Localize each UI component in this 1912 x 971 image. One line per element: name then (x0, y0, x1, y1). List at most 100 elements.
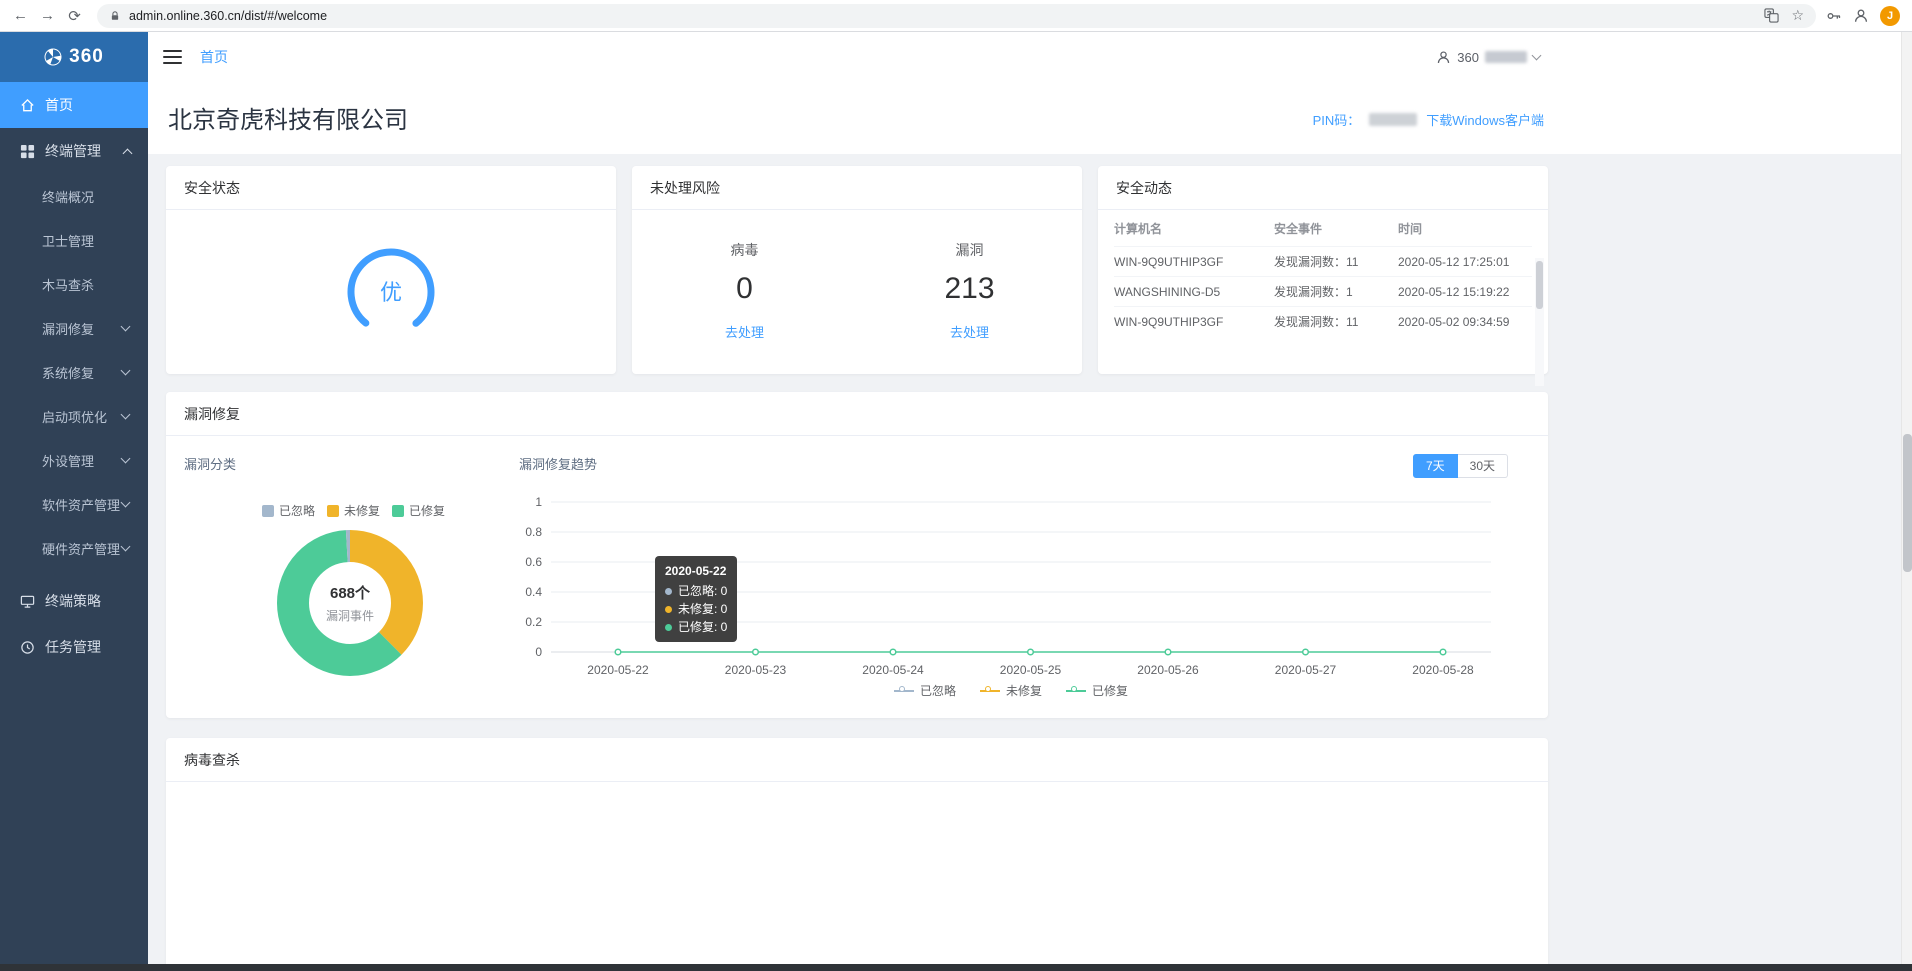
handle-vulnerability-link[interactable]: 去处理 (950, 322, 989, 341)
table-header: 计算机名 安全事件 时间 (1114, 210, 1532, 246)
download-windows-client-link[interactable]: 下载Windows客户端 (1426, 110, 1544, 129)
sidebar-item-label: 漏洞修复 (42, 319, 94, 338)
legend-label: 已修复 (1092, 682, 1128, 699)
sidebar-item-label: 卫士管理 (42, 231, 94, 250)
legend-swatch (262, 505, 274, 517)
legend-item-ignored[interactable]: 已忽略 (262, 502, 315, 519)
range-7d-button[interactable]: 7天 (1413, 454, 1458, 478)
cell-computer: WIN-9Q9UTHIP3GF (1114, 255, 1274, 269)
x-tick: 2020-05-25 (1000, 663, 1062, 677)
sidebar-item-vulnerability-repair[interactable]: 漏洞修复 (0, 306, 148, 350)
legend-item-fixed[interactable]: 已修复 (1066, 682, 1128, 699)
page-header: 北京奇虎科技有限公司 PIN码： 下载Windows客户端 (148, 82, 1912, 154)
virus-scan-panel: 病毒查杀 (166, 738, 1548, 971)
user-name-redacted (1485, 51, 1527, 63)
y-tick: 0 (535, 645, 542, 659)
unhandled-risks-card: 未处理风险 病毒 0 去处理 漏洞 213 去处理 (632, 166, 1082, 374)
legend-item-fixed[interactable]: 已修复 (392, 502, 445, 519)
chevron-down-icon (121, 497, 131, 507)
legend-item-ignored[interactable]: 已忽略 (894, 682, 956, 699)
sidebar-item-terminal-overview[interactable]: 终端概况 (0, 174, 148, 218)
logo-text: 360 (69, 46, 104, 68)
clock-icon (20, 640, 35, 655)
sidebar-item-startup-optimization[interactable]: 启动项优化 (0, 394, 148, 438)
gauge-grade-text: 优 (380, 280, 402, 305)
scrollbar-thumb[interactable] (1536, 261, 1543, 309)
sidebar-item-label: 系统修复 (42, 363, 94, 382)
profile-person-icon[interactable] (1853, 8, 1869, 24)
sidebar-item-peripheral-management[interactable]: 外设管理 (0, 438, 148, 482)
chevron-up-icon (123, 148, 133, 158)
address-bar[interactable]: admin.online.360.cn/dist/#/welcome ☆ (97, 4, 1816, 28)
logo-icon (44, 48, 62, 66)
sidebar-item-label: 启动项优化 (42, 407, 107, 426)
breadcrumb[interactable]: 首页 (200, 47, 228, 67)
grid-icon (20, 144, 35, 159)
monitor-icon (20, 594, 35, 609)
legend-swatch (392, 505, 404, 517)
browser-back-button[interactable]: ← (8, 3, 33, 28)
sidebar-item-guard-management[interactable]: 卫士管理 (0, 218, 148, 262)
legend-label: 已修复 (409, 502, 445, 519)
sidebar-item-hardware-assets[interactable]: 硬件资产管理 (0, 526, 148, 570)
page-scrollbar[interactable] (1901, 32, 1912, 964)
summary-cards-row: 安全状态 优 未处理风险 病毒 (166, 166, 1548, 374)
browser-forward-button[interactable]: → (35, 3, 60, 28)
browser-refresh-button[interactable]: ⟳ (62, 3, 87, 28)
sidebar-item-software-assets[interactable]: 软件资产管理 (0, 482, 148, 526)
sidebar-group-terminal-management[interactable]: 终端管理 (0, 128, 148, 174)
table-row: WIN-9Q9UTHIP3GF 发现漏洞数：11 2020-05-12 17:2… (1114, 246, 1532, 276)
risk-label: 病毒 (731, 240, 759, 260)
sidebar-item-terminal-policy[interactable]: 终端策略 (0, 578, 148, 624)
browser-chrome: ← → ⟳ admin.online.360.cn/dist/#/welcome… (0, 0, 1912, 32)
handle-virus-link[interactable]: 去处理 (725, 322, 764, 341)
cell-event: 发现漏洞数：1 (1274, 283, 1398, 300)
risk-vulnerability: 漏洞 213 去处理 (857, 210, 1082, 374)
sidebar-item-task-management[interactable]: 任务管理 (0, 624, 148, 670)
logo[interactable]: 360 (0, 32, 148, 82)
sidebar-item-label: 任务管理 (45, 637, 101, 657)
menu-toggle-icon[interactable] (163, 50, 182, 64)
legend-item-unfixed[interactable]: 未修复 (327, 502, 380, 519)
security-activity-card: 安全动态 计算机名 安全事件 时间 WIN-9Q9UTHIP3GF 发现漏洞数：… (1098, 166, 1548, 374)
bookmark-star-icon[interactable]: ☆ (1791, 7, 1804, 24)
chevron-down-icon (121, 409, 131, 419)
table-row: WIN-9Q9UTHIP3GF 发现漏洞数：11 2020-05-02 09:3… (1114, 306, 1532, 336)
range-30d-button[interactable]: 30天 (1458, 454, 1508, 478)
vulnerability-donut-chart (270, 523, 430, 683)
sidebar-item-trojan-scan[interactable]: 木马查杀 (0, 262, 148, 306)
x-tick: 2020-05-24 (862, 663, 924, 677)
scrollbar-thumb[interactable] (1903, 434, 1912, 572)
security-gauge: 优 (336, 237, 446, 347)
chevron-down-icon (121, 453, 131, 463)
cell-event: 发现漏洞数：11 (1274, 313, 1398, 330)
risk-virus: 病毒 0 去处理 (632, 210, 857, 374)
legend-item-unfixed[interactable]: 未修复 (980, 682, 1042, 699)
legend-label: 已忽略 (279, 502, 315, 519)
key-icon[interactable] (1826, 8, 1842, 24)
topbar: 首页 360 (148, 32, 1912, 82)
cell-computer: WANGSHINING-D5 (1114, 285, 1274, 299)
translate-icon[interactable] (1764, 8, 1779, 23)
activity-scrollbar[interactable] (1535, 258, 1544, 386)
app-frame: 360 首页 终端管理 终端 (0, 32, 1912, 971)
panel-title: 漏洞修复 (166, 392, 1548, 436)
user-menu[interactable]: 360 (1436, 32, 1540, 82)
page-title: 北京奇虎科技有限公司 (168, 100, 408, 135)
browser-profile-avatar[interactable]: J (1880, 6, 1900, 26)
x-tick: 2020-05-22 (587, 663, 649, 677)
card-title: 未处理风险 (632, 166, 1082, 210)
x-tick: 2020-05-27 (1275, 663, 1337, 677)
card-title: 安全动态 (1098, 166, 1548, 210)
y-tick: 1 (535, 495, 542, 509)
column-event: 安全事件 (1274, 220, 1398, 237)
y-tick: 0.4 (525, 585, 542, 599)
user-icon (1436, 50, 1451, 65)
risk-label: 漏洞 (956, 240, 984, 260)
lock-icon (109, 10, 121, 22)
cell-time: 2020-05-12 17:25:01 (1398, 255, 1532, 269)
sidebar-item-home[interactable]: 首页 (0, 82, 148, 128)
column-computer: 计算机名 (1114, 220, 1274, 237)
sidebar-item-system-repair[interactable]: 系统修复 (0, 350, 148, 394)
user-name-prefix: 360 (1457, 50, 1479, 65)
